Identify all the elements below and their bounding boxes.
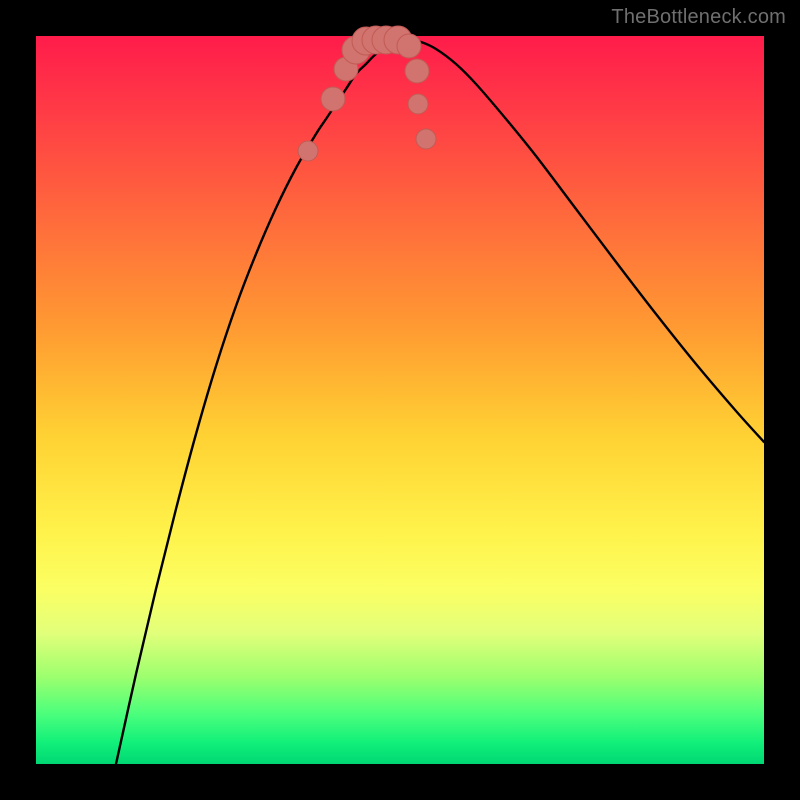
- chart-markers: [298, 26, 436, 161]
- chart-marker: [321, 87, 345, 111]
- chart-marker: [397, 34, 421, 58]
- chart-marker: [405, 59, 429, 83]
- chart-overlay: [36, 36, 764, 764]
- chart-marker: [408, 94, 428, 114]
- watermark-text: TheBottleneck.com: [611, 6, 786, 29]
- chart-marker: [298, 141, 318, 161]
- chart-curve: [116, 39, 764, 764]
- chart-frame: TheBottleneck.com: [0, 0, 800, 800]
- chart-marker: [416, 129, 436, 149]
